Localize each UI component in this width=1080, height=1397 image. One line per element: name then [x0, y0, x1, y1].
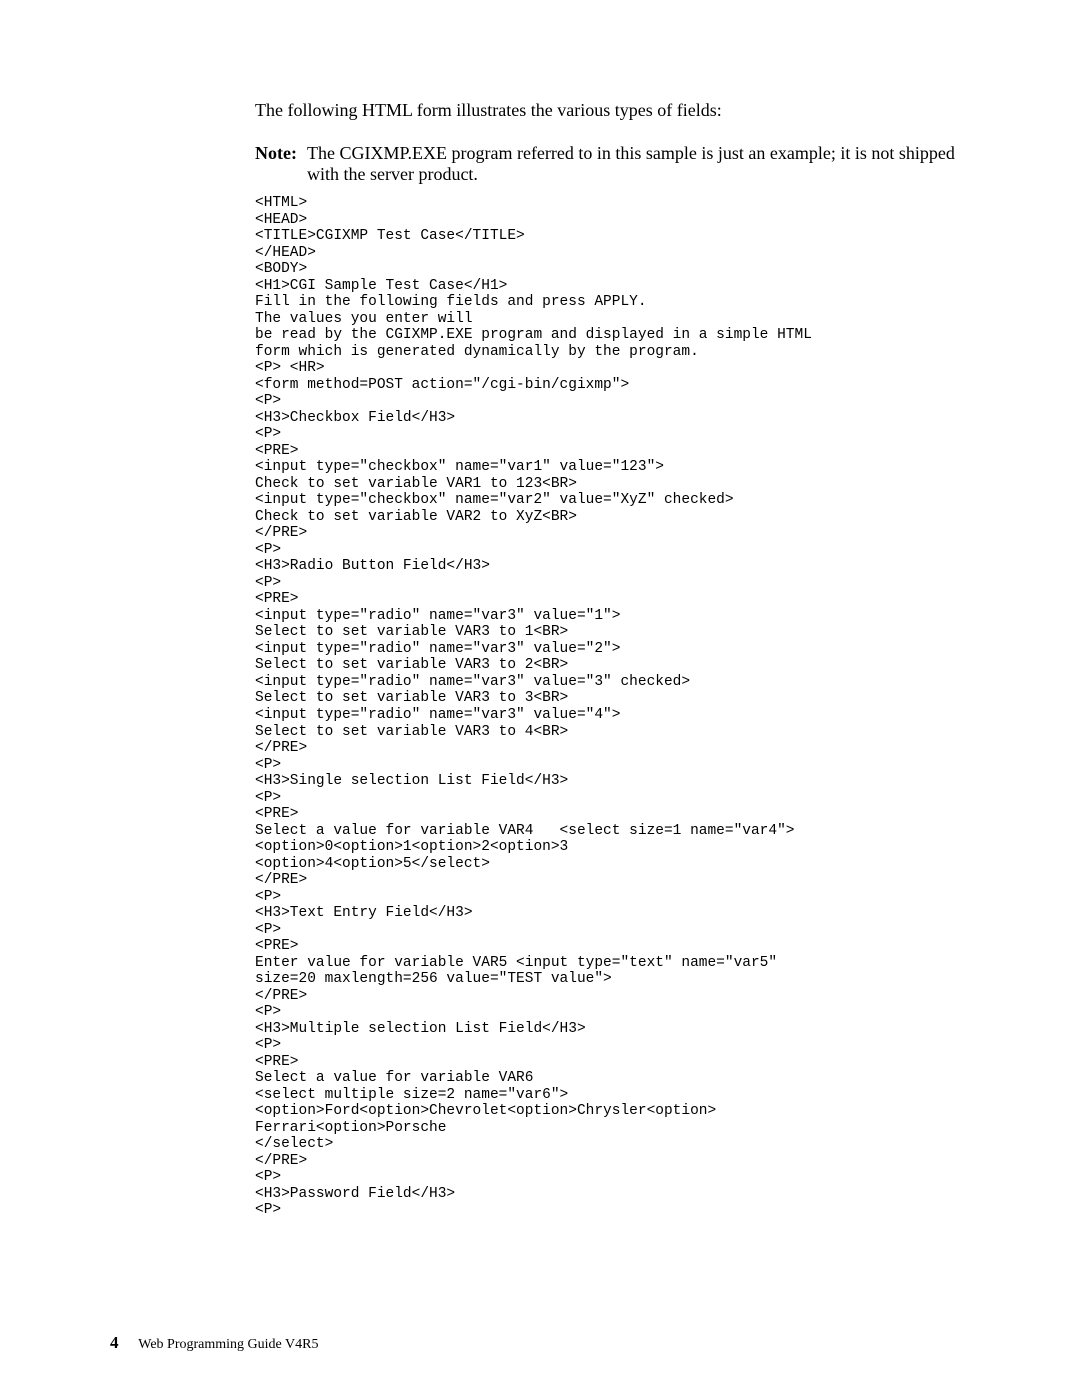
footer-title: Web Programming Guide V4R5 — [138, 1337, 318, 1352]
page-footer: 4 Web Programming Guide V4R5 — [110, 1333, 318, 1353]
document-page: The following HTML form illustrates the … — [0, 0, 1080, 1397]
page-content: The following HTML form illustrates the … — [255, 100, 970, 1219]
code-listing: <HTML> <HEAD> <TITLE>CGIXMP Test Case</T… — [255, 195, 970, 1219]
page-number: 4 — [110, 1333, 119, 1352]
note-label: Note: — [255, 143, 297, 185]
note-block: Note: The CGIXMP.EXE program referred to… — [255, 143, 970, 185]
intro-paragraph: The following HTML form illustrates the … — [255, 100, 970, 121]
note-body: The CGIXMP.EXE program referred to in th… — [307, 143, 970, 185]
